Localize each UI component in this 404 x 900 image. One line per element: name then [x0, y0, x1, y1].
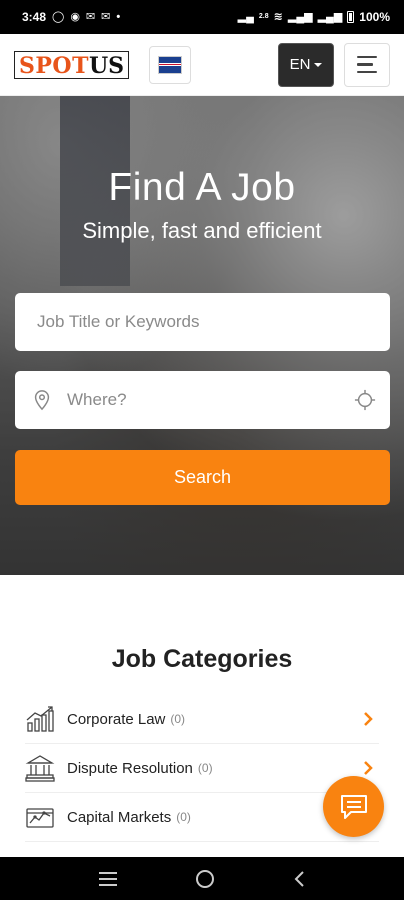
location-field[interactable] [15, 371, 390, 429]
category-item-corporate-law[interactable]: Corporate Law (0) [25, 695, 379, 744]
site-header: SPOT US EN [0, 34, 404, 96]
data-speed-icon: 2.8 [258, 13, 269, 20]
category-label: Dispute Resolution [67, 759, 193, 777]
status-left: 3:48 ◯ ◉ ✉ ✉ • [22, 10, 120, 24]
locate-me-icon[interactable] [354, 389, 376, 411]
hamburger-menu-button[interactable] [344, 42, 390, 87]
location-input[interactable] [67, 390, 354, 410]
notification-icon: ◉ [70, 11, 80, 23]
chat-bubble-icon [340, 794, 367, 819]
signal-icon: ▂▄▆ [287, 11, 313, 23]
language-dropdown[interactable]: EN [278, 42, 334, 87]
signal-icon-2: ▂▄▆ [317, 11, 343, 23]
menu-line-icon [357, 55, 377, 59]
chat-button[interactable] [323, 776, 384, 837]
category-item-dispute-resolution[interactable]: Dispute Resolution (0) [25, 744, 379, 793]
flag-icon [158, 55, 183, 74]
location-pin-icon [34, 390, 50, 411]
status-bar: 3:48 ◯ ◉ ✉ ✉ • ▂▄ 2.8 ≋ ▂▄▆ ▂▄▆ 100% [0, 0, 404, 34]
caret-down-icon [314, 62, 323, 67]
hero-title: Find A Job [108, 166, 296, 209]
category-label: Corporate Law [67, 710, 166, 728]
gmail-icon: ✉ [85, 11, 96, 23]
keywords-field[interactable] [15, 293, 390, 351]
category-count: (0) [197, 761, 213, 775]
more-dot-icon: • [116, 11, 121, 23]
battery-percent: 100% [359, 10, 390, 24]
spotus-logo[interactable]: SPOT US [14, 50, 130, 79]
chart-growth-icon [26, 706, 54, 732]
market-chart-icon [26, 808, 54, 828]
system-nav-bar [0, 857, 404, 900]
logo-spot-text: SPOT [19, 52, 89, 79]
status-right: ▂▄ 2.8 ≋ ▂▄▆ ▂▄▆ 100% [238, 10, 390, 24]
signal-bars-icon: ▂▄ [237, 11, 254, 23]
back-icon[interactable] [292, 870, 306, 888]
job-categories-title: Job Categories [111, 645, 293, 673]
home-icon[interactable] [195, 869, 215, 889]
category-count: (0) [176, 810, 191, 824]
search-button[interactable]: Search [15, 450, 390, 505]
language-label: EN [289, 56, 311, 73]
whatsapp-icon: ◯ [52, 11, 65, 23]
battery-icon [347, 11, 355, 23]
wifi-icon: ≋ [273, 11, 283, 23]
search-button-label: Search [173, 467, 232, 487]
keywords-input[interactable] [37, 312, 390, 332]
menu-line-icon [357, 63, 373, 66]
category-count: (0) [170, 712, 186, 726]
status-time: 3:48 [22, 10, 47, 24]
chevron-right-icon [364, 712, 373, 726]
hero-subtitle: Simple, fast and efficient [82, 218, 322, 243]
category-label: Capital Markets [67, 808, 172, 826]
chevron-right-icon [364, 761, 373, 775]
courthouse-icon [25, 755, 55, 782]
menu-line-icon [357, 70, 377, 74]
recent-apps-icon[interactable] [98, 871, 118, 887]
gmail-icon-2: ✉ [101, 11, 111, 23]
country-flag-button[interactable] [149, 45, 192, 84]
hero-section: Find A Job Simple, fast and efficient Se… [0, 96, 404, 575]
logo-us-text: US [88, 52, 125, 79]
